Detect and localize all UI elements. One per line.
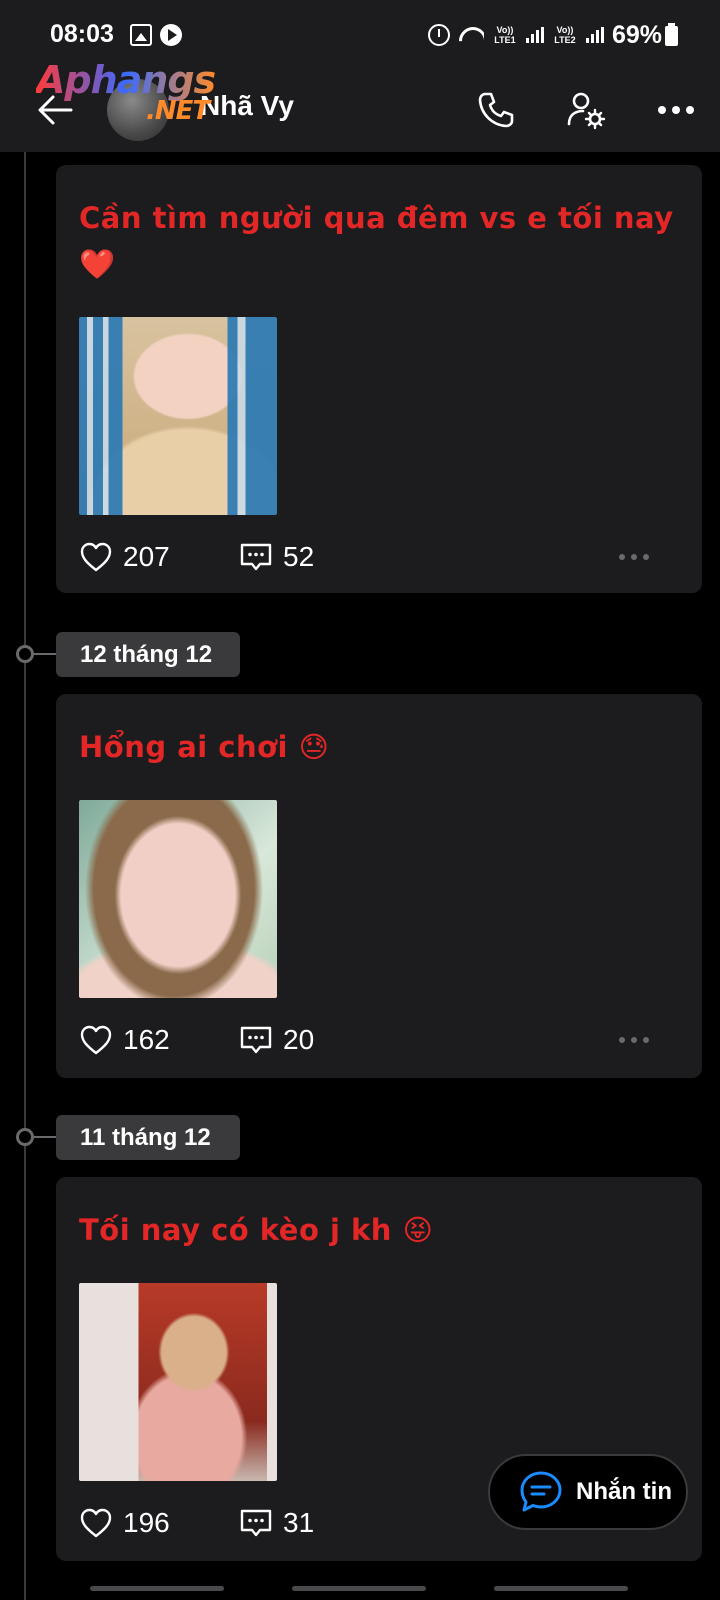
send-message-button[interactable]: Nhắn tin [488, 1454, 688, 1530]
sweat-emoji: 😓 [298, 730, 330, 764]
comment-count: 52 [283, 541, 315, 572]
timeline-connector [34, 1136, 56, 1138]
comment-count: 20 [283, 1024, 315, 1055]
like-count: 196 [123, 1507, 170, 1538]
phone-icon [478, 92, 514, 128]
comment-count: 31 [283, 1507, 315, 1538]
post-card[interactable]: Cần tìm người qua đêm vs e tối nay ❤️ 20… [56, 165, 702, 593]
signal-icon [585, 27, 604, 43]
battery-percent: 69% [611, 20, 662, 49]
comment-button[interactable]: 20 [239, 1024, 314, 1056]
post-more-button[interactable] [619, 1037, 649, 1043]
timeline-dot [16, 1128, 34, 1146]
gallery-icon [130, 24, 152, 46]
comment-icon [240, 543, 272, 571]
post-photo[interactable] [79, 800, 277, 998]
more-dots-icon [658, 106, 694, 114]
watermark-suffix: .NET [146, 96, 210, 126]
wifi-icon [458, 25, 484, 45]
post-more-button[interactable] [619, 554, 649, 560]
timeline-connector [34, 653, 56, 655]
like-count: 207 [123, 541, 170, 572]
post-photo[interactable] [79, 317, 277, 515]
post-text: Cần tìm người qua đêm vs e tối nay ❤️ [79, 201, 674, 281]
date-chip: 12 tháng 12 [56, 632, 240, 677]
post-text: Hổng ai chơi 😓 [79, 730, 330, 764]
watermark-logo: Aphangs .NET [36, 58, 216, 126]
heart-icon [80, 542, 112, 572]
sim1-label: Vo)) LTE1 [494, 25, 516, 45]
play-icon [160, 24, 182, 46]
nav-recent-bar[interactable] [90, 1586, 224, 1591]
heart-icon [80, 1025, 112, 1055]
timeline-line [24, 152, 26, 1600]
like-button[interactable]: 207 [79, 541, 239, 573]
comment-icon [240, 1026, 272, 1054]
post-text: Tối nay có kèo j kh 😝 [79, 1213, 434, 1247]
signal-icon [525, 27, 544, 43]
post-stats: 207 52 [79, 537, 679, 577]
comment-button[interactable]: 31 [239, 1507, 314, 1539]
user-settings-button[interactable] [562, 86, 610, 134]
post-card[interactable]: Hổng ai chơi 😓 162 20 [56, 694, 702, 1078]
nav-back-bar[interactable] [494, 1586, 628, 1591]
nav-home-bar[interactable] [292, 1586, 426, 1591]
status-icons: Vo)) LTE1 Vo)) LTE2 69% [427, 18, 662, 52]
comment-button[interactable]: 52 [239, 541, 314, 573]
timeline-dot [16, 645, 34, 663]
like-button[interactable]: 196 [79, 1507, 239, 1539]
more-options-button[interactable] [652, 86, 700, 134]
date-chip: 11 tháng 12 [56, 1115, 240, 1160]
send-message-label: Nhắn tin [576, 1478, 672, 1505]
sim2-label: Vo)) LTE2 [554, 25, 576, 45]
heart-icon [80, 1508, 112, 1538]
tongue-emoji: 😝 [402, 1213, 434, 1247]
post-stats: 162 20 [79, 1020, 679, 1060]
status-time: 08:03 [50, 20, 114, 48]
like-count: 162 [123, 1024, 170, 1055]
alarm-icon [427, 24, 450, 46]
user-gear-icon [567, 92, 606, 130]
chat-bubble-icon [520, 1471, 562, 1512]
heart-emoji: ❤️ [79, 247, 116, 281]
battery-icon [665, 23, 678, 46]
call-button[interactable] [472, 86, 520, 134]
like-button[interactable]: 162 [79, 1024, 239, 1056]
post-photo[interactable] [79, 1283, 277, 1481]
comment-icon [240, 1509, 272, 1537]
